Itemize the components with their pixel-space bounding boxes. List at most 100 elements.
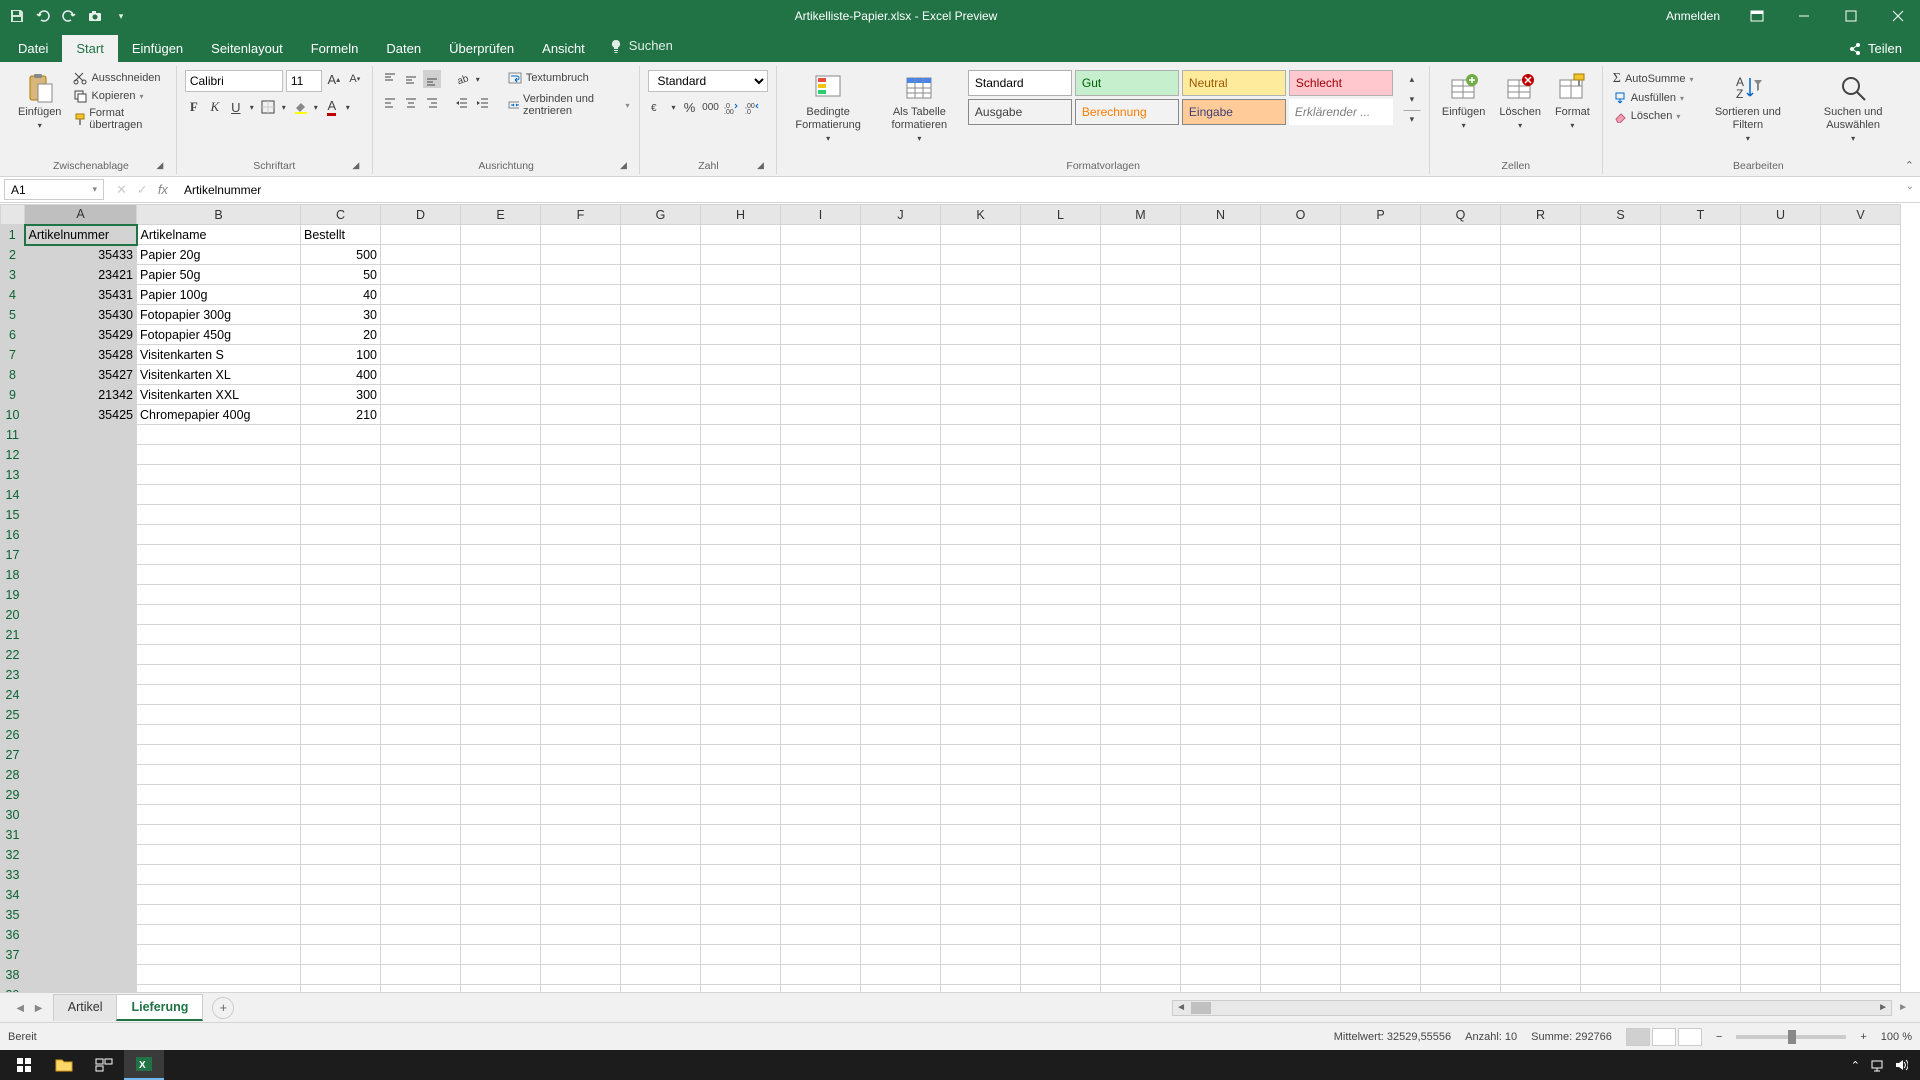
cell[interactable]	[25, 805, 137, 825]
cell[interactable]	[1581, 765, 1661, 785]
align-top-icon[interactable]	[381, 70, 399, 88]
cell[interactable]	[1341, 845, 1421, 865]
cell[interactable]	[701, 465, 781, 485]
cell[interactable]	[1661, 285, 1741, 305]
cell[interactable]	[381, 465, 461, 485]
cell[interactable]	[381, 505, 461, 525]
increase-indent-icon[interactable]	[474, 94, 492, 112]
minimize-button[interactable]	[1781, 0, 1826, 32]
cell[interactable]	[781, 885, 861, 905]
cell[interactable]	[941, 725, 1021, 745]
cell[interactable]	[1341, 505, 1421, 525]
cell[interactable]	[1341, 825, 1421, 845]
cell[interactable]	[1021, 225, 1101, 245]
cell[interactable]	[1021, 425, 1101, 445]
cell[interactable]	[1101, 885, 1181, 905]
cell[interactable]	[1501, 285, 1581, 305]
cell[interactable]	[1341, 325, 1421, 345]
cell[interactable]	[1821, 585, 1901, 605]
cell[interactable]	[461, 685, 541, 705]
borders-button[interactable]	[259, 98, 277, 116]
cell[interactable]	[781, 425, 861, 445]
cell[interactable]	[1821, 305, 1901, 325]
cell[interactable]	[461, 865, 541, 885]
cell[interactable]	[1021, 865, 1101, 885]
cell[interactable]	[701, 385, 781, 405]
cell[interactable]	[1261, 485, 1341, 505]
cell[interactable]	[941, 965, 1021, 985]
cell[interactable]	[541, 445, 621, 465]
row-header[interactable]: 20	[1, 605, 25, 625]
cell[interactable]	[1821, 985, 1901, 993]
cell[interactable]	[1341, 225, 1421, 245]
cell[interactable]	[25, 965, 137, 985]
cell[interactable]	[381, 585, 461, 605]
cell[interactable]	[1181, 345, 1261, 365]
cell[interactable]	[1581, 505, 1661, 525]
cell[interactable]	[1101, 745, 1181, 765]
cell[interactable]	[381, 905, 461, 925]
cell[interactable]	[461, 525, 541, 545]
cell[interactable]	[1421, 825, 1501, 845]
row-header[interactable]: 1	[1, 225, 25, 245]
decrease-font-icon[interactable]: A▾	[346, 70, 364, 88]
horizontal-scrollbar[interactable]: ◄ ►	[1172, 1000, 1892, 1016]
cell[interactable]	[25, 445, 137, 465]
cell[interactable]	[861, 565, 941, 585]
cell[interactable]	[301, 785, 381, 805]
column-header[interactable]: C	[301, 205, 381, 225]
cell[interactable]	[861, 925, 941, 945]
cell[interactable]	[1741, 905, 1821, 925]
cell[interactable]	[621, 865, 701, 885]
cell[interactable]	[1261, 805, 1341, 825]
cell[interactable]	[1021, 305, 1101, 325]
cell[interactable]	[621, 605, 701, 625]
cell[interactable]	[1181, 505, 1261, 525]
cell[interactable]	[301, 925, 381, 945]
cell[interactable]	[541, 485, 621, 505]
row-header[interactable]: 31	[1, 825, 25, 845]
cell[interactable]	[541, 865, 621, 885]
cell[interactable]	[1581, 425, 1661, 445]
cell[interactable]	[1741, 985, 1821, 993]
cell[interactable]	[941, 985, 1021, 993]
cell[interactable]	[461, 485, 541, 505]
cell[interactable]	[621, 645, 701, 665]
cell[interactable]	[25, 665, 137, 685]
cell[interactable]	[461, 805, 541, 825]
cell[interactable]	[1181, 785, 1261, 805]
gallery-down-icon[interactable]: ▾	[1403, 90, 1421, 108]
fill-color-button[interactable]	[291, 98, 309, 116]
cell[interactable]	[1661, 705, 1741, 725]
cell[interactable]	[1261, 405, 1341, 425]
cell[interactable]	[1821, 945, 1901, 965]
cell[interactable]	[1581, 805, 1661, 825]
cell[interactable]	[25, 765, 137, 785]
cell[interactable]	[301, 425, 381, 445]
sheet-nav-next-icon[interactable]: ►	[32, 1001, 44, 1015]
cell[interactable]	[1181, 805, 1261, 825]
cell[interactable]	[621, 345, 701, 365]
cell[interactable]	[701, 565, 781, 585]
cell[interactable]	[621, 525, 701, 545]
row-header[interactable]: 17	[1, 545, 25, 565]
column-header[interactable]: K	[941, 205, 1021, 225]
cell[interactable]	[1821, 885, 1901, 905]
cell[interactable]	[1421, 565, 1501, 585]
tab-start[interactable]: Start	[62, 35, 117, 62]
cell[interactable]	[301, 765, 381, 785]
gallery-up-icon[interactable]: ▴	[1403, 70, 1421, 88]
cell[interactable]	[1101, 425, 1181, 445]
cell[interactable]	[461, 325, 541, 345]
tab-ansicht[interactable]: Ansicht	[528, 35, 599, 62]
cell[interactable]	[861, 825, 941, 845]
cell[interactable]	[1421, 525, 1501, 545]
cell[interactable]	[1181, 385, 1261, 405]
cell[interactable]	[1421, 285, 1501, 305]
cell[interactable]	[541, 665, 621, 685]
cell[interactable]	[1741, 425, 1821, 445]
cell[interactable]	[781, 285, 861, 305]
cell[interactable]	[461, 925, 541, 945]
cell[interactable]	[1581, 965, 1661, 985]
cell[interactable]	[1181, 305, 1261, 325]
